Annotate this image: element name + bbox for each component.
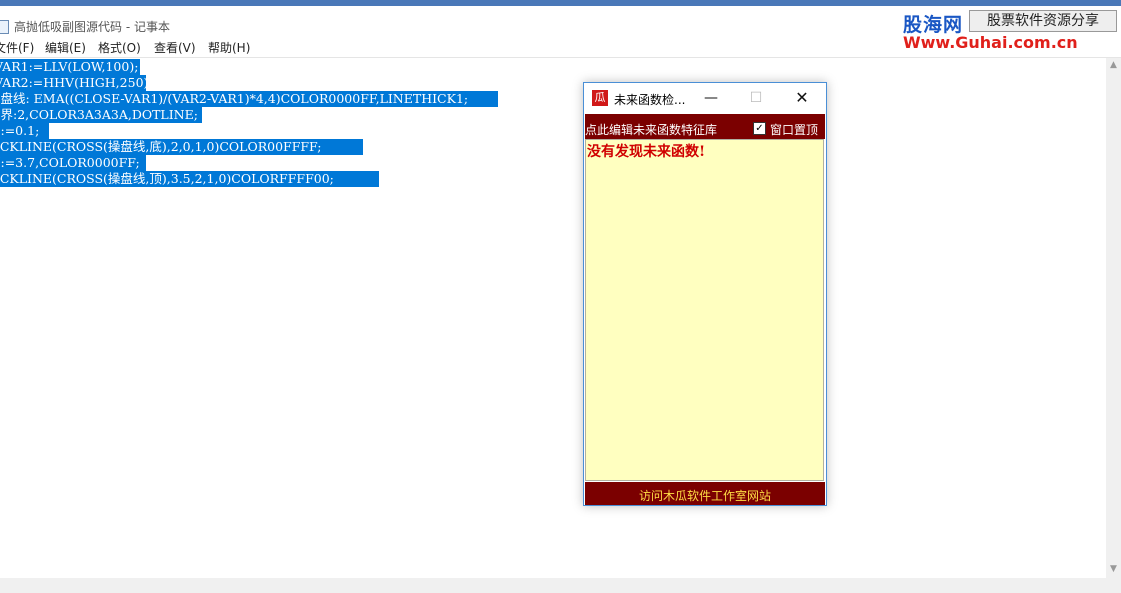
dialog-titlebar[interactable]: 瓜 未来函数检... — ☐ ✕ <box>584 83 826 113</box>
code-line-3: 操盘线: EMA((CLOSE-VAR1)/(VAR2-VAR1)*4,4)CO… <box>0 91 498 107</box>
vertical-scrollbar[interactable]: ▲ ▼ <box>1106 58 1121 578</box>
edit-feature-library-link[interactable]: 点此编辑未来函数特征库 <box>585 121 717 138</box>
code-line-4: 分界:2,COLOR3A3A3A,DOTLINE; <box>0 107 202 123</box>
close-button[interactable]: ✕ <box>780 83 824 113</box>
code-line-8: STICKLINE(CROSS(操盘线,顶),3.5,2,1,0)COLORFF… <box>0 171 379 187</box>
code-line-6: STICKLINE(CROSS(操盘线,底),2,0,1,0)COLOR00FF… <box>0 139 363 155</box>
notepad-text-area[interactable]: VAR1:=LLV(LOW,100); VAR2:=HHV(HIGH,250);… <box>0 58 1106 578</box>
horizontal-scrollbar[interactable] <box>0 578 1121 593</box>
notepad-menubar: 文件(F) 编辑(E) 格式(O) 查看(V) 帮助(H) <box>0 37 1121 58</box>
menu-view[interactable]: 查看(V) <box>154 39 196 56</box>
menu-file[interactable]: 文件(F) <box>0 39 34 56</box>
code-line-5: 底:=0.1; <box>0 123 49 139</box>
code-line-2: VAR2:=HHV(HIGH,250); <box>0 75 146 91</box>
minimize-button[interactable]: — <box>689 83 733 113</box>
scroll-down-icon[interactable]: ▼ <box>1106 564 1121 574</box>
watermark-slogan: 股票软件资源分享 <box>969 10 1117 32</box>
maximize-button[interactable]: ☐ <box>734 83 778 113</box>
stay-on-top-checkbox[interactable]: ✓ <box>753 122 766 135</box>
menu-help[interactable]: 帮助(H) <box>208 39 250 56</box>
notepad-icon <box>0 20 9 34</box>
papaya-app-icon: 瓜 <box>592 90 608 106</box>
visit-website-link[interactable]: 访问木瓜软件工作室网站 <box>585 487 825 504</box>
notepad-title: 高抛低吸副图源代码 - 记事本 <box>14 20 170 34</box>
stay-on-top-label[interactable]: 窗口置顶 <box>770 121 818 138</box>
dialog-toolbar: 点此编辑未来函数特征库 ✓ 窗口置顶 <box>585 114 825 139</box>
menu-edit[interactable]: 编辑(E) <box>45 39 86 56</box>
scroll-up-icon[interactable]: ▲ <box>1106 60 1121 70</box>
code-line-1: VAR1:=LLV(LOW,100); <box>0 59 140 75</box>
menu-format[interactable]: 格式(O) <box>98 39 141 56</box>
dialog-title: 未来函数检... <box>614 93 686 107</box>
code-line-7: 顶:=3.7,COLOR0000FF; <box>0 155 146 171</box>
future-function-dialog: 瓜 未来函数检... — ☐ ✕ 点此编辑未来函数特征库 ✓ 窗口置顶 没有发现… <box>583 82 827 506</box>
result-message: 没有发现未来函数! <box>587 144 706 160</box>
result-area: 没有发现未来函数! <box>585 139 824 481</box>
dialog-footer: 访问木瓜软件工作室网站 <box>585 482 825 505</box>
